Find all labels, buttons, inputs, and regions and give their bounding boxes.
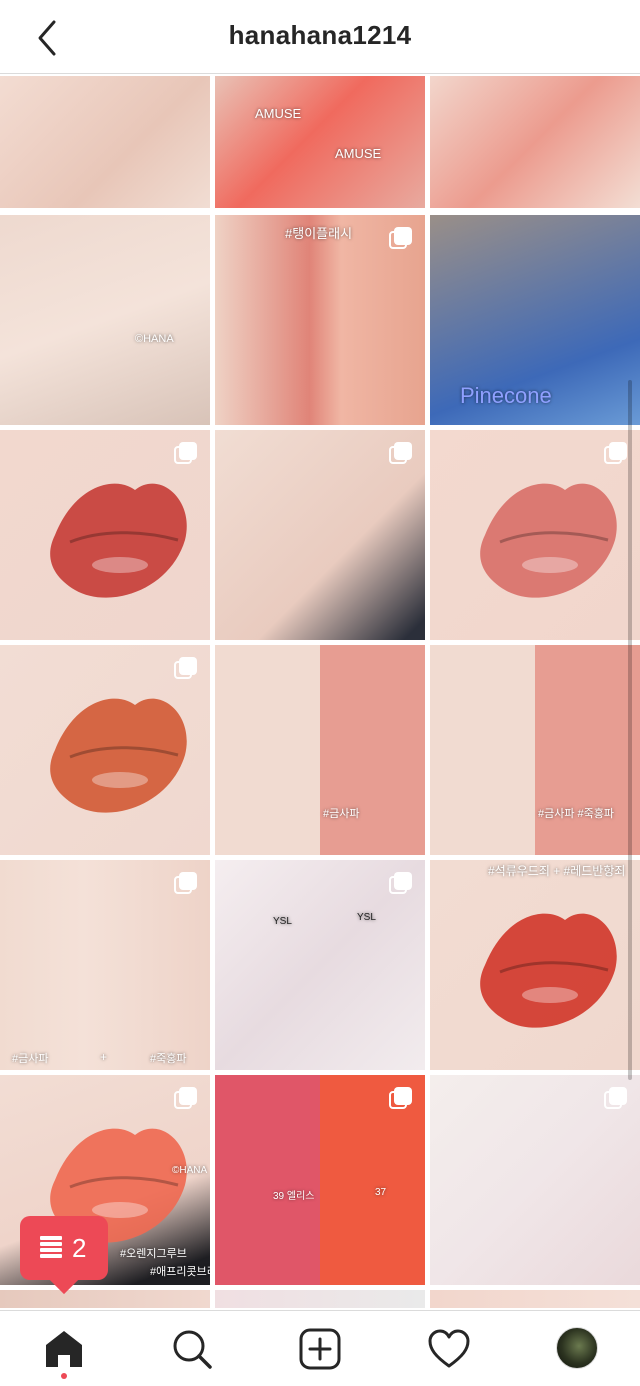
- overlay-text: #금사파: [12, 1053, 49, 1065]
- grid-post-post-4-3[interactable]: #금사파 #죽홍파: [430, 645, 640, 855]
- grid-post-post-1-2[interactable]: AMUSE AMUSE: [215, 76, 425, 208]
- overlay-text: #석류우드죄 + #레드반항죄: [488, 864, 626, 878]
- active-indicator: [61, 1373, 67, 1379]
- grid-post-partial-3[interactable]: [430, 1290, 640, 1308]
- grid-post-post-2-3[interactable]: Pinecone: [430, 215, 640, 425]
- overlay-text: YSL: [357, 912, 376, 923]
- grid-post-partial-2[interactable]: [215, 1290, 425, 1308]
- overlay-text: AMUSE: [335, 146, 382, 161]
- overlay-text: ©HANA: [135, 333, 174, 345]
- grid-post-partial-1[interactable]: [0, 1290, 210, 1308]
- overlay-text: AMUSE: [255, 106, 302, 121]
- grid-post-post-1-1[interactable]: [0, 76, 210, 208]
- nav-home-button[interactable]: [42, 1327, 86, 1371]
- comment-list-icon: [40, 1236, 62, 1260]
- add-post-icon: [299, 1328, 341, 1370]
- overlay-text: #금사파 #죽홍파: [538, 808, 615, 820]
- multiple-photos-icon: [174, 872, 198, 896]
- bottom-navigation: [0, 1310, 640, 1386]
- search-icon: [173, 1330, 212, 1369]
- grid-post-post-4-2[interactable]: #금사파: [215, 645, 425, 855]
- overlay-text: #죽홍파: [150, 1053, 187, 1065]
- multiple-photos-icon: [389, 442, 413, 466]
- overlay-text: #금사파: [323, 808, 360, 820]
- grid-post-post-3-1[interactable]: [0, 430, 210, 640]
- multiple-photos-icon: [174, 657, 198, 681]
- notification-bubble[interactable]: 2: [20, 1216, 108, 1280]
- top-header: hanahana1214: [0, 0, 640, 74]
- multiple-photos-icon: [174, 442, 198, 466]
- overlay-text: 39 엘리스: [273, 1191, 315, 1202]
- profile-avatar-button[interactable]: [556, 1327, 598, 1369]
- grid-post-post-2-1[interactable]: ©HANA: [0, 215, 210, 425]
- multiple-photos-icon: [389, 227, 413, 251]
- overlay-text: #탱이플래시: [285, 226, 353, 241]
- nav-add-button[interactable]: [298, 1327, 342, 1371]
- overlay-text: Pinecone: [460, 383, 552, 408]
- overlay-text: +: [100, 1050, 108, 1064]
- nav-activity-button[interactable]: [427, 1327, 471, 1371]
- grid-post-post-1-3[interactable]: [430, 76, 640, 208]
- overlay-text: #애프리콧브리: [150, 1266, 210, 1278]
- multiple-photos-icon: [389, 872, 413, 896]
- overlay-text: ©HANA: [172, 1165, 208, 1176]
- multiple-photos-icon: [389, 1087, 413, 1111]
- heart-icon: [428, 1329, 470, 1368]
- grid-post-post-6-3[interactable]: [430, 1075, 640, 1285]
- photo-grid: AMUSE AMUSE ©HANA #탱이플래시 Pinecone #금사파 #금사파 #죽…: [0, 76, 640, 1308]
- overlay-text: 37: [375, 1187, 387, 1198]
- overlay-text: YSL: [273, 916, 292, 927]
- notification-count: 2: [72, 1233, 87, 1263]
- grid-post-post-4-1[interactable]: [0, 645, 210, 855]
- grid-post-post-5-2[interactable]: YSL YSL: [215, 860, 425, 1070]
- scrollbar[interactable]: [628, 380, 632, 1080]
- grid-post-post-6-2[interactable]: 39 엘리스 37: [215, 1075, 425, 1285]
- multiple-photos-icon: [604, 1087, 628, 1111]
- home-icon: [46, 1331, 82, 1367]
- nav-search-button[interactable]: [170, 1327, 214, 1371]
- multiple-photos-icon: [174, 1087, 198, 1111]
- multiple-photos-icon: [604, 442, 628, 466]
- grid-post-post-5-1[interactable]: #금사파 + #죽홍파: [0, 860, 210, 1070]
- profile-username: hanahana1214: [228, 20, 412, 50]
- grid-post-post-2-2[interactable]: #탱이플래시: [215, 215, 425, 425]
- grid-post-post-5-3[interactable]: #석류우드죄 + #레드반항죄: [430, 860, 640, 1070]
- grid-post-post-3-2[interactable]: [215, 430, 425, 640]
- grid-post-post-3-3[interactable]: [430, 430, 640, 640]
- lips-image: [480, 913, 617, 1028]
- overlay-text: #오렌지그루브: [120, 1248, 187, 1260]
